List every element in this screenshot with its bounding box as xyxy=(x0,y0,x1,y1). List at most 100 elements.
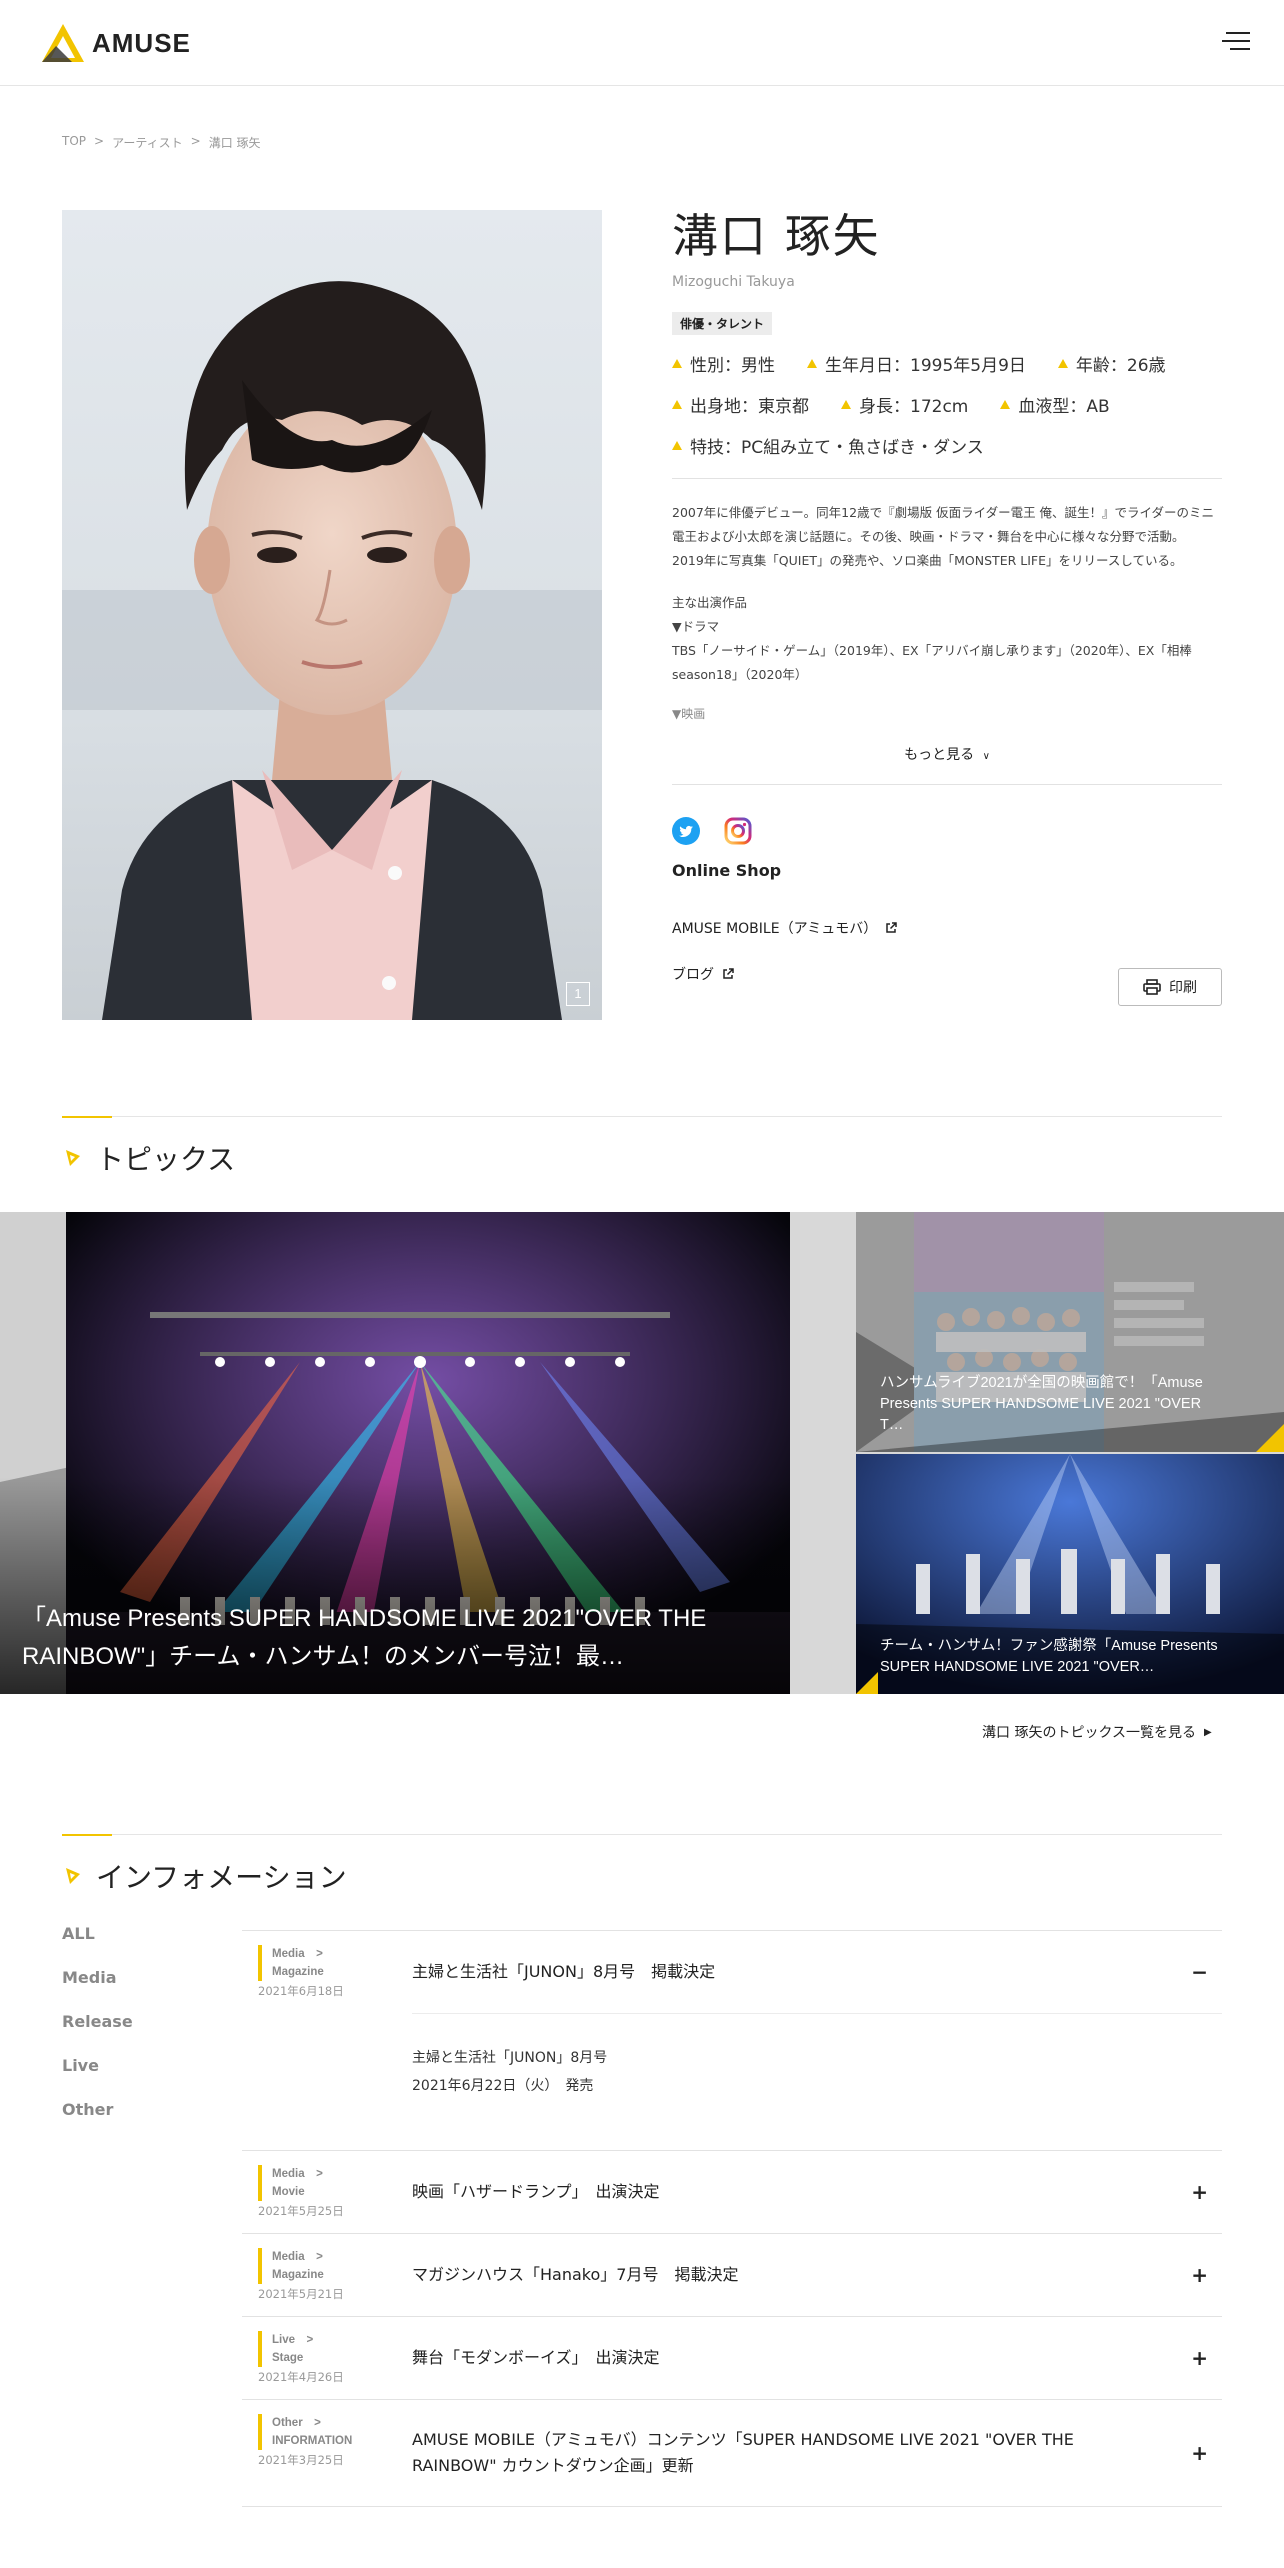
spec-item: 生年月日：1995年5月9日 xyxy=(807,351,1026,376)
logo-text: AMUSE xyxy=(92,27,191,58)
info-category-main: Live > xyxy=(272,2334,314,2346)
expand-icon[interactable]: + xyxy=(1191,2441,1208,2465)
hamburger-menu-icon[interactable] xyxy=(1222,32,1250,52)
info-category-sub: Magazine xyxy=(272,1966,324,1978)
topic-card-1[interactable]: ハンサムライブ2021が全国の映画館で！「Amuse Presents SUPE… xyxy=(856,1212,1284,1452)
twitter-icon[interactable] xyxy=(672,817,700,845)
info-category: Other > INFORMATION xyxy=(258,2414,352,2450)
bio-line: 2007年に俳優デビュー。同年12歳で『劇場版 仮面ライダー電王 俺、誕生！』で… xyxy=(672,505,1215,520)
information-list: Media > Magazine 2021年6月18日 主婦と生活社「JUNON… xyxy=(242,1930,1222,2507)
amuse-logo-icon xyxy=(42,24,84,62)
info-date: 2021年5月25日 xyxy=(258,2204,344,2218)
topics-title: トピックス xyxy=(96,1143,236,1176)
info-item-header[interactable]: Other > INFORMATION 2021年3月25日 AMUSE MOB… xyxy=(242,2400,1222,2506)
online-shop-link[interactable]: Online Shop xyxy=(672,861,1222,880)
spec-birthplace: 出身地：東京都 xyxy=(690,397,809,417)
amuse-logo[interactable]: AMUSE xyxy=(42,24,191,62)
amuse-mark-icon xyxy=(66,1868,80,1884)
more-button[interactable]: もっと見る ∨ xyxy=(672,744,1222,764)
information-title: インフォメーション xyxy=(96,1861,347,1894)
bullet-triangle-icon xyxy=(841,400,851,409)
breadcrumb-separator: > xyxy=(94,134,105,148)
info-category-main: Media > xyxy=(272,1948,323,1960)
spec-row: 特技：PC組み立て・魚さばき・ダンス xyxy=(672,433,1222,458)
photo-counter: 1 xyxy=(566,982,590,1006)
external-link-icon xyxy=(723,968,734,979)
chevron-down-icon: ∨ xyxy=(982,751,990,762)
filter-all[interactable]: ALL xyxy=(62,1924,133,1968)
info-category: Media > Movie xyxy=(258,2165,323,2201)
filter-release[interactable]: Release xyxy=(62,2012,133,2056)
topic-side-2-title: チーム・ハンサム！ファン感謝祭「Amuse Presents SUPER HAN… xyxy=(880,1638,1218,1675)
info-category-main: Media > xyxy=(272,2251,323,2263)
spec-blood-type: 血液型：AB xyxy=(1018,397,1110,417)
play-arrow-icon: ▶ xyxy=(1204,1726,1212,1738)
info-item-header[interactable]: Media > Magazine 2021年6月18日 主婦と生活社「JUNON… xyxy=(242,1931,1222,2013)
info-item-body: 主婦と生活社「JUNON」8月号 2021年6月22日（火） 発売 xyxy=(242,2044,1222,2150)
breadcrumb-separator: > xyxy=(190,134,201,148)
info-title: マガジンハウス「Hanako」7月号 掲載決定 xyxy=(412,2265,739,2284)
print-label: 印刷 xyxy=(1169,980,1197,996)
topics-see-all-link[interactable]: 溝口 琢矢のトピックス一覧を見る ▶ xyxy=(982,1722,1212,1742)
works-drama-text: season18」（2020年） xyxy=(672,667,808,682)
bullet-triangle-icon xyxy=(672,359,682,368)
info-item: Media > Movie 2021年5月25日 映画「ハザードランプ」 出演決… xyxy=(242,2151,1222,2234)
information-heading: インフォメーション xyxy=(62,1856,347,1896)
spec-item: 性別：男性 xyxy=(672,351,775,376)
works-drama-label: ▼ドラマ xyxy=(672,619,720,634)
filter-other[interactable]: Other xyxy=(62,2100,133,2144)
spec-row: 出身地：東京都 身長：172cm 血液型：AB xyxy=(672,392,1222,417)
spec-gender: 性別：男性 xyxy=(690,356,775,376)
info-title: 主婦と生活社「JUNON」8月号 掲載決定 xyxy=(412,1962,716,1981)
spec-item: 身長：172cm xyxy=(841,392,968,417)
expand-icon[interactable]: + xyxy=(1191,2346,1208,2370)
breadcrumb-artists[interactable]: アーティスト xyxy=(112,134,183,151)
info-date: 2021年6月18日 xyxy=(258,1984,344,1998)
info-body-line: 主婦と生活社「JUNON」8月号 xyxy=(412,2050,608,2066)
bio-line: 電王および小太郎を演じ話題に。その後、映画・ドラマ・舞台を中心に様々な分野で活動… xyxy=(672,529,1185,544)
section-divider xyxy=(62,1834,1222,1836)
filter-live[interactable]: Live xyxy=(62,2056,133,2100)
info-date: 2021年4月26日 xyxy=(258,2370,344,2384)
info-category: Media > Magazine xyxy=(258,1945,324,1981)
print-button[interactable]: 印刷 xyxy=(1118,968,1222,1006)
spec-item: 特技：PC組み立て・魚さばき・ダンス xyxy=(672,433,984,458)
filter-media[interactable]: Media xyxy=(62,1968,133,2012)
artist-photo[interactable]: 1 xyxy=(62,210,602,1020)
topic-card-main[interactable]: 「Amuse Presents SUPER HANDSOME LIVE 2021… xyxy=(0,1212,790,1694)
artist-profile: 溝口 琢矢 Mizoguchi Takuya 俳優・タレント 性別：男性 生年月… xyxy=(672,200,1222,984)
topic-main-title: 「Amuse Presents SUPER HANDSOME LIVE 2021… xyxy=(22,1605,707,1670)
info-category-main: Media > xyxy=(272,2168,323,2180)
site-header: AMUSE xyxy=(0,0,1284,86)
spec-item: 血液型：AB xyxy=(1000,392,1110,417)
spec-skills: 特技：PC組み立て・魚さばき・ダンス xyxy=(690,438,984,458)
artist-biography: 2007年に俳優デビュー。同年12歳で『劇場版 仮面ライダー電王 俺、誕生！』で… xyxy=(672,501,1222,687)
info-category: Live > Stage xyxy=(258,2331,313,2367)
information-filters: ALL Media Release Live Other xyxy=(62,1924,133,2144)
collapse-icon[interactable]: − xyxy=(1191,1960,1208,1984)
info-item-header[interactable]: Live > Stage 2021年4月26日 舞台「モダンボーイズ」 出演決定… xyxy=(242,2317,1222,2399)
expand-icon[interactable]: + xyxy=(1191,2180,1208,2204)
breadcrumb-top[interactable]: TOP xyxy=(62,134,86,151)
artist-portrait-image xyxy=(62,210,602,1020)
breadcrumb: TOP > アーティスト > 溝口 琢矢 xyxy=(62,134,261,151)
bio-paragraph: 2007年に俳優デビュー。同年12歳で『劇場版 仮面ライダー電王 俺、誕生！』で… xyxy=(672,501,1222,573)
spec-row: 性別：男性 生年月日：1995年5月9日 年齢：26歳 xyxy=(672,351,1222,376)
amuse-mark-icon xyxy=(66,1150,80,1166)
instagram-icon[interactable] xyxy=(724,817,752,845)
artist-romaji: Mizoguchi Takuya xyxy=(672,274,795,290)
section-divider xyxy=(62,1116,1222,1118)
amuse-mobile-link[interactable]: AMUSE MOBILE（アミュモバ） xyxy=(672,918,1222,938)
info-title: 舞台「モダンボーイズ」 出演決定 xyxy=(412,2348,660,2367)
expand-icon[interactable]: + xyxy=(1191,2263,1208,2287)
info-item-header[interactable]: Media > Movie 2021年5月25日 映画「ハザードランプ」 出演決… xyxy=(242,2151,1222,2233)
topic-card-2[interactable]: チーム・ハンサム！ファン感謝祭「Amuse Presents SUPER HAN… xyxy=(856,1454,1284,1694)
topics-see-all-label: 溝口 琢矢のトピックス一覧を見る xyxy=(982,1725,1197,1741)
bio-line: 2019年に写真集「QUIET」の発売や、ソロ楽曲「MONSTER LIFE」を… xyxy=(672,553,1183,568)
spec-item: 出身地：東京都 xyxy=(672,392,809,417)
breadcrumb-current: 溝口 琢矢 xyxy=(208,136,261,150)
info-title: AMUSE MOBILE（アミュモバ）コンテンツ「SUPER HANDSOME … xyxy=(412,2430,1074,2475)
info-category-sub: INFORMATION xyxy=(272,2435,353,2447)
spec-item: 年齢：26歳 xyxy=(1057,351,1166,376)
info-item-header[interactable]: Media > Magazine 2021年5月21日 マガジンハウス「Hana… xyxy=(242,2234,1222,2316)
